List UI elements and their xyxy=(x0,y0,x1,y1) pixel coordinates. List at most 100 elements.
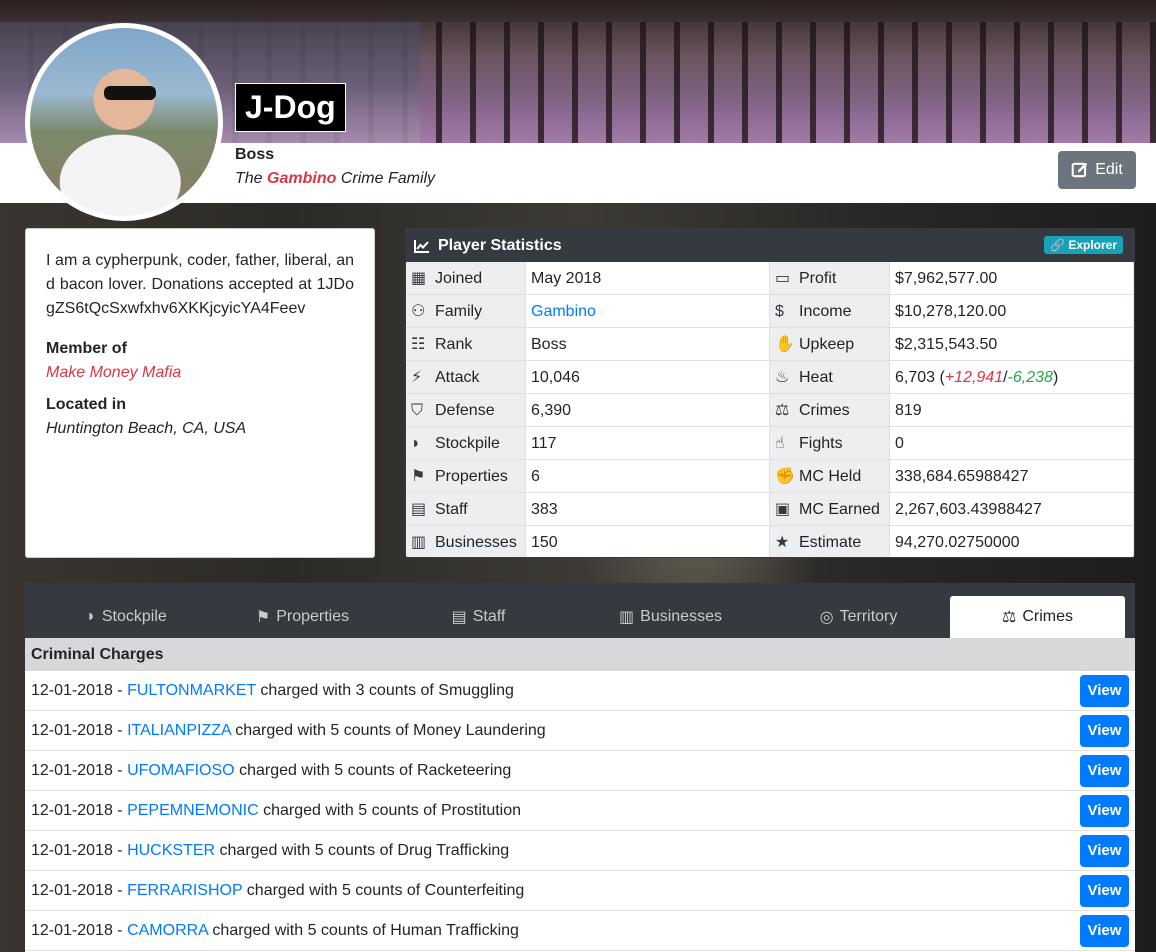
charge-row: 12-01-2018 - HUCKSTER charged with 5 cou… xyxy=(25,831,1135,871)
stat-value-text: $7,962,577.00 xyxy=(895,270,998,287)
tab-staff[interactable]: ▤ Staff xyxy=(391,596,566,638)
edit-button[interactable]: Edit xyxy=(1058,151,1136,189)
charge-date: 12-01-2018 xyxy=(31,762,113,779)
bio-text: I am a cypherpunk, coder, father, libera… xyxy=(46,252,354,317)
tab-businesses[interactable]: ▥ Businesses xyxy=(583,596,758,638)
stat-value-mc-held: 338,684.65988427 xyxy=(890,460,1134,493)
stat-label-text: MC Held xyxy=(799,468,862,485)
charge-user-link[interactable]: PEPEMNEMONIC xyxy=(127,802,259,819)
view-button[interactable]: View xyxy=(1080,915,1129,947)
tab-territory[interactable]: ◎ Territory xyxy=(771,596,946,638)
flag-icon: ⚑ xyxy=(411,468,426,485)
tab-label: Territory xyxy=(839,608,898,625)
family-suffix: Crime Family xyxy=(340,170,436,187)
charge-date: 12-01-2018 xyxy=(31,922,113,939)
stat-value-businesses: 150 xyxy=(526,526,770,557)
stat-label-family: ⚇ Family xyxy=(406,295,526,328)
view-button[interactable]: View xyxy=(1080,835,1129,867)
stat-label-crimes: ⚖ Crimes xyxy=(770,394,890,427)
stat-value-estimate: 94,270.02750000 xyxy=(890,526,1134,557)
stat-value-mc-earned: 2,267,603.43988427 xyxy=(890,493,1134,526)
family-line: The Gambino Crime Family xyxy=(235,170,435,188)
edit-icon xyxy=(1071,162,1088,178)
stat-value-family[interactable]: Gambino xyxy=(526,295,770,328)
avatar xyxy=(25,23,223,221)
tab-properties[interactable]: ⚑ Properties xyxy=(215,596,390,638)
stats-title: Player Statistics xyxy=(438,236,562,254)
stat-label-text: Crimes xyxy=(799,402,850,419)
charge-date: 12-01-2018 xyxy=(31,682,113,699)
balance-scale-icon: ⚖ xyxy=(1001,609,1017,626)
building-icon: ▥ xyxy=(411,534,427,551)
id-card-icon: ▤ xyxy=(411,501,427,518)
stat-label-text: Income xyxy=(799,303,852,320)
users-icon: ⚇ xyxy=(411,303,426,320)
stat-label-text: Stockpile xyxy=(435,435,500,452)
banner-pier-rail xyxy=(0,0,1156,22)
heat-open-paren: ( xyxy=(935,369,945,386)
charge-date: 12-01-2018 xyxy=(31,722,113,739)
location-value: Huntington Beach, CA, USA xyxy=(46,420,247,437)
stat-value-fights: 0 xyxy=(890,427,1134,460)
piggy-bank-icon: ◗ xyxy=(86,608,96,625)
charge-user-link[interactable]: HUCKSTER xyxy=(127,842,215,859)
charge-row: 12-01-2018 - FULTONMARKET charged with 3… xyxy=(25,671,1135,711)
charge-user-link[interactable]: ITALIANPIZZA xyxy=(127,722,231,739)
fire-icon: ♨ xyxy=(775,369,790,386)
charges-list: 12-01-2018 - FULTONMARKET charged with 3… xyxy=(25,671,1135,951)
stat-label-text: Family xyxy=(435,303,483,320)
avatar-sunglasses xyxy=(104,86,156,100)
stat-label-fights: ☝ Fights xyxy=(770,427,890,460)
dollar-icon: $ xyxy=(775,303,784,320)
view-button[interactable]: View xyxy=(1080,675,1129,707)
stat-label-text: Upkeep xyxy=(799,336,855,353)
building-icon: ▥ xyxy=(619,609,635,626)
charge-user-link[interactable]: CAMORRA xyxy=(127,922,208,939)
tab-label: Businesses xyxy=(640,608,722,625)
stat-value-crimes: 819 xyxy=(890,394,1134,427)
view-button[interactable]: View xyxy=(1080,795,1129,827)
member-of-value[interactable]: Make Money Mafia xyxy=(46,361,354,385)
explorer-link[interactable]: 🔗 Explorer xyxy=(1044,236,1123,254)
view-button[interactable]: View xyxy=(1080,875,1129,907)
stat-value-text: 6,390 xyxy=(531,402,572,419)
stat-value-text[interactable]: Gambino xyxy=(531,303,596,320)
charge-date: 12-01-2018 xyxy=(31,842,113,859)
charge-user-link[interactable]: UFOMAFIOSO xyxy=(127,762,235,779)
tab-card: ◗ Stockpile ⚑ Properties ▤ Staff ▥ Businesses ◎ T… xyxy=(25,583,1135,952)
stats-header: Player Statistics 🔗 Explorer xyxy=(406,229,1134,262)
stat-value-text: $2,315,543.50 xyxy=(895,336,998,353)
charge-separator: - xyxy=(112,842,128,859)
tab-stockpile[interactable]: ◗ Stockpile xyxy=(39,596,214,638)
stat-label-stockpile: ◗ Stockpile xyxy=(406,427,526,460)
charge-separator: - xyxy=(112,722,128,739)
charge-text: charged with 5 counts of Human Trafficki… xyxy=(212,922,519,939)
charge-text: charged with 3 counts of Smuggling xyxy=(260,682,514,699)
stat-label-profit: ▭ Profit xyxy=(770,262,890,295)
charge-row: 12-01-2018 - ITALIANPIZZA charged with 5… xyxy=(25,711,1135,751)
stat-value-staff: 383 xyxy=(526,493,770,526)
view-button[interactable]: View xyxy=(1080,715,1129,747)
stat-label-estimate: ★ Estimate xyxy=(770,526,890,557)
stat-label-defense: ⛉ Defense xyxy=(406,394,526,427)
stat-value-text: 383 xyxy=(531,501,558,518)
flag-icon: ⚑ xyxy=(255,609,271,626)
stat-label-upkeep: ✋ Upkeep xyxy=(770,328,890,361)
view-button[interactable]: View xyxy=(1080,755,1129,787)
player-name: J-Dog xyxy=(235,83,346,132)
charge-text: charged with 5 counts of Prostitution xyxy=(263,802,522,819)
charge-date: 12-01-2018 xyxy=(31,802,113,819)
stat-value-text: Boss xyxy=(531,336,567,353)
bolt-icon: ⚡ xyxy=(411,369,423,386)
stat-label-joined: ▦ Joined xyxy=(406,262,526,295)
charge-user-link[interactable]: FULTONMARKET xyxy=(127,682,256,699)
stat-value-heat: 6,703 (+12,941/-6,238) xyxy=(890,361,1134,394)
charge-user-link[interactable]: FERRARISHOP xyxy=(127,882,242,899)
stat-value-text: 0 xyxy=(895,435,904,452)
charge-separator: - xyxy=(112,922,128,939)
stat-value-text: 150 xyxy=(531,534,558,551)
stat-value-text: 819 xyxy=(895,402,922,419)
globe-icon: ◎ xyxy=(819,609,834,626)
stat-label-mc-held: ✊ MC Held xyxy=(770,460,890,493)
tab-crimes[interactable]: ⚖ Crimes xyxy=(950,596,1125,638)
